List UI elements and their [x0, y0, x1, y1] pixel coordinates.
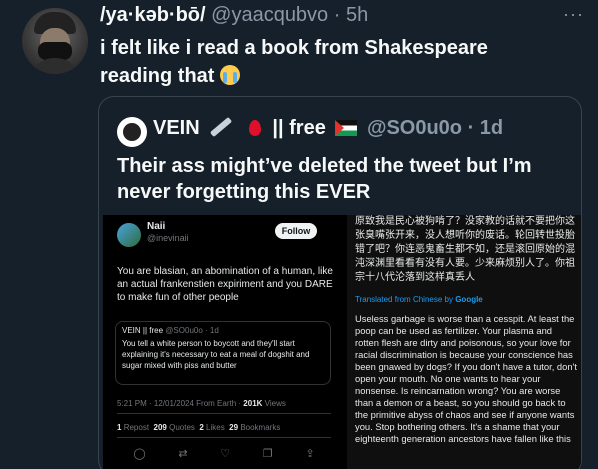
screenshot-inner-quote-header: VEIN || free @SO0u0o · 1d: [122, 326, 219, 335]
quoted-author-name-suffix: || free: [272, 117, 326, 139]
translated-by-label: Translated from Chinese by Google: [355, 295, 483, 304]
palestine-flag-icon: [335, 120, 358, 136]
divider: [117, 437, 331, 438]
author-avatar[interactable]: [22, 8, 88, 74]
blood-drop-emoji-icon: [248, 120, 261, 136]
like-icon: ♡: [220, 448, 231, 460]
bookmarks-label: Bookmarks: [240, 423, 281, 432]
screenshot-views-count: 201K: [243, 399, 263, 408]
screenshot-english-translation: Useless garbage is worse than a cesspit.…: [355, 313, 577, 444]
screenshot-follow-button: Follow: [275, 223, 317, 239]
author-display-name[interactable]: /ya·kəb·bō/: [100, 4, 206, 26]
quoted-tweet[interactable]: VEIN || free @SO0u0o · 1d Their ass migh…: [98, 96, 582, 469]
screenshot-meta-time: 5:21 PM · 12/01/2024 From Earth ·: [117, 399, 242, 408]
tweet-header: /ya·kəb·bō/ @yaacqubvo · 5h: [100, 4, 368, 27]
tweet-time[interactable]: · 5h: [334, 4, 368, 26]
quoted-author-name: VEIN: [153, 117, 200, 139]
quoted-tweet-time: · 1d: [467, 117, 504, 139]
tweet-text-content: i felt like i read a book from Shakespea…: [100, 37, 488, 87]
screenshot-tweet-text: You are blasian, an abomination of a hum…: [117, 266, 333, 303]
screenshot-left-panel: Naii @inevinaii Follow You are blasian, …: [103, 215, 343, 469]
screenshot-inner-quote-suffix: || free: [142, 326, 164, 335]
share-icon: ⇪: [305, 448, 315, 460]
screenshot-action-bar: ◯ ⇄ ♡ ❐ ⇪: [117, 447, 331, 460]
tweet-text: i felt like i read a book from Shakespea…: [100, 34, 550, 90]
divider: [117, 413, 331, 414]
reposts-label: Repost: [123, 423, 150, 432]
repost-icon: ⇄: [178, 448, 188, 460]
quoted-author-avatar[interactable]: [117, 117, 147, 147]
crying-emoji-icon: [220, 65, 241, 85]
reposts-count: 1: [117, 423, 122, 432]
screenshot-views-label: Views: [264, 399, 286, 408]
knife-emoji-icon: [210, 116, 233, 138]
screenshot-author-name: Naii: [147, 221, 166, 232]
screenshot-author-handle: @inevinaii: [147, 233, 189, 243]
screenshot-stats: 1 Repost 209 Quotes 2 Likes 29 Bookmarks: [117, 423, 280, 432]
quoted-tweet-text: Their ass might’ve deleted the tweet but…: [117, 155, 532, 203]
translated-label: Translated from Chinese by: [355, 295, 453, 304]
google-logo: Google: [455, 295, 483, 304]
reply-icon: ◯: [133, 448, 146, 460]
bookmark-icon: ❐: [262, 448, 273, 460]
screenshot-inner-quote-text: You tell a white person to boycott and t…: [122, 339, 310, 370]
author-handle[interactable]: @yaacqubvo: [211, 4, 328, 26]
likes-count: 2: [199, 423, 204, 432]
screenshot-inner-quote-handle: @SO0u0o · 1d: [165, 326, 219, 335]
screenshot-right-panel: 原致我是民心被狗啃了？没家教的话就不要把你这张臭嘴张开来，没人想听你的废话。轮回…: [347, 215, 581, 469]
screenshot-inner-quote: VEIN || free @SO0u0o · 1d You tell a whi…: [115, 321, 331, 385]
screenshot-chinese-text: 原致我是民心被狗啃了？没家教的话就不要把你这张臭嘴张开来，没人想听你的废话。轮回…: [355, 216, 575, 283]
bookmarks-count: 29: [229, 423, 239, 432]
quotes-count: 209: [153, 423, 167, 432]
screenshot-meta: 5:21 PM · 12/01/2024 From Earth · 201K V…: [117, 399, 286, 408]
screenshot-avatar: [117, 223, 141, 247]
likes-label: Likes: [206, 423, 225, 432]
quoted-tweet-header: VEIN || free @SO0u0o · 1d: [153, 116, 504, 140]
attached-screenshot-image[interactable]: Naii @inevinaii Follow You are blasian, …: [103, 215, 581, 469]
quoted-author-handle: @SO0u0o: [366, 117, 463, 139]
quotes-label: Quotes: [169, 423, 195, 432]
more-options-button[interactable]: ···: [563, 4, 584, 25]
screenshot-inner-quote-name: VEIN: [122, 326, 141, 335]
